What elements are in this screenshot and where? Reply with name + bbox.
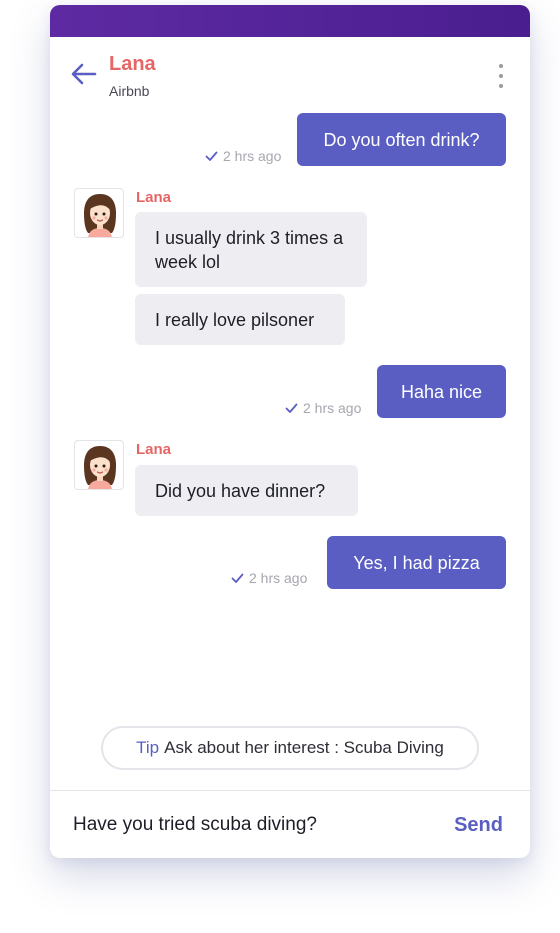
message-meta: 2 hrs ago [231, 570, 307, 586]
message-time: 2 hrs ago [303, 400, 362, 416]
message-bubble-outgoing: Do you often drink? [297, 113, 506, 166]
more-vertical-icon[interactable] [490, 61, 512, 91]
tip-label: Tip [136, 738, 160, 757]
tip-text: Ask about her interest : Scuba Diving [164, 738, 444, 757]
message-time: 2 hrs ago [223, 148, 282, 164]
chat-window: Lana Airbnb Do you often drink? 2 hrs ag… [50, 5, 530, 858]
message-bubble-incoming: Did you have dinner? [135, 465, 358, 516]
sender-name: Lana [136, 189, 172, 206]
top-bar [50, 5, 530, 37]
message-bubble-outgoing: Yes, I had pizza [327, 536, 506, 589]
composer-divider [50, 790, 530, 791]
tip-suggestion-chip[interactable]: Tip Ask about her interest : Scuba Divin… [101, 726, 479, 770]
arrow-left-icon[interactable] [70, 62, 98, 86]
send-button[interactable]: Send [446, 805, 516, 845]
check-icon [205, 151, 218, 161]
message-bubble-incoming: I usually drink 3 times a week lol [135, 212, 367, 287]
message-meta: 2 hrs ago [285, 400, 361, 416]
message-bubble-outgoing: Haha nice [377, 365, 506, 418]
contact-subtitle: Airbnb [109, 83, 150, 99]
chat-header: Lana Airbnb [50, 37, 530, 107]
avatar [74, 188, 124, 238]
avatar [74, 440, 124, 490]
sender-name: Lana [136, 441, 172, 458]
message-bubble-incoming: I really love pilsoner [135, 294, 345, 345]
message-meta: 2 hrs ago [205, 148, 281, 164]
check-icon [285, 403, 298, 413]
contact-name: Lana [109, 53, 156, 75]
message-time: 2 hrs ago [249, 570, 308, 586]
check-icon [231, 573, 244, 583]
message-input[interactable] [73, 805, 433, 845]
